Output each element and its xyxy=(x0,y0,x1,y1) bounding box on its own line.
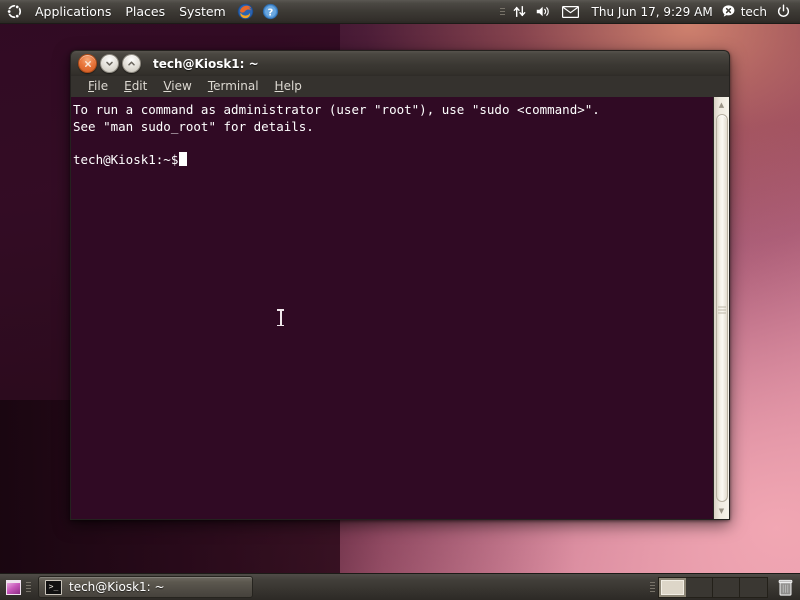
window-title: tech@Kiosk1: ~ xyxy=(153,56,259,71)
show-desktop-button[interactable] xyxy=(3,577,23,598)
user-status-icon[interactable] xyxy=(719,0,738,24)
panel-clock[interactable]: Thu Jun 17, 9:29 AM xyxy=(586,0,719,24)
menu-terminal-rest: erminal xyxy=(213,79,259,93)
network-arrows-glyph xyxy=(512,6,526,17)
menu-terminal[interactable]: Terminal xyxy=(200,76,267,97)
scrollbar-thumb[interactable] xyxy=(715,114,728,502)
ibeam-stem xyxy=(280,310,282,325)
menu-file-rest: ile xyxy=(94,79,109,93)
window-titlebar[interactable]: tech@Kiosk1: ~ xyxy=(70,50,730,76)
menu-view-rest: iew xyxy=(171,79,192,93)
terminal-body[interactable]: To run a command as administrator (user … xyxy=(70,97,730,520)
scrollbar-track[interactable] xyxy=(715,112,729,504)
menu-help[interactable]: Help xyxy=(267,76,310,97)
menu-edit-rest: dit xyxy=(131,79,148,93)
top-panel-left-group: Applications Places System ? xyxy=(0,0,283,24)
trash-icon xyxy=(778,579,792,596)
minimize-window-button[interactable] xyxy=(100,54,119,73)
applications-menu[interactable]: Applications xyxy=(28,0,118,24)
firefox-icon xyxy=(237,3,253,20)
workspace-switcher[interactable] xyxy=(658,576,768,598)
top-panel-right-group: Thu Jun 17, 9:29 AM tech xyxy=(497,0,800,24)
terminal-cursor xyxy=(179,151,188,166)
panel-grip-handle[interactable] xyxy=(499,5,505,18)
desktop-screen: Applications Places System ? Thu Jun 17,… xyxy=(0,0,800,600)
bottom-panel-right-group xyxy=(647,576,800,598)
menu-file[interactable]: File xyxy=(80,76,116,97)
volume-speaker-icon[interactable] xyxy=(531,0,555,24)
network-updown-icon[interactable] xyxy=(508,0,531,24)
places-menu[interactable]: Places xyxy=(118,0,172,24)
workspace-4[interactable] xyxy=(740,577,767,597)
window-controls-group xyxy=(71,54,141,73)
ubuntu-logo-glyph xyxy=(7,4,22,19)
user-status-glyph xyxy=(722,5,735,17)
system-menu[interactable]: System xyxy=(172,0,233,24)
workspace-3[interactable] xyxy=(713,577,740,597)
help-icon: ? xyxy=(262,3,278,20)
mouse-ibeam-pointer xyxy=(277,309,284,326)
taskbar-window-button[interactable]: >_ tech@Kiosk1: ~ xyxy=(38,576,253,598)
menu-help-accel: H xyxy=(274,79,284,93)
menu-view[interactable]: View xyxy=(155,76,199,97)
chevron-up-icon xyxy=(128,61,135,66)
menu-edit[interactable]: Edit xyxy=(116,76,155,97)
panel-username-label[interactable]: tech xyxy=(738,0,772,24)
close-window-button[interactable] xyxy=(78,54,97,73)
scrollbar-down-arrow[interactable]: ▼ xyxy=(715,504,729,518)
terminal-prompt-text: tech@Kiosk1:~$ xyxy=(73,151,179,167)
taskbar-grip-handle[interactable] xyxy=(26,579,31,596)
menu-edit-accel: E xyxy=(124,79,132,93)
power-glyph xyxy=(777,4,790,17)
mail-glyph xyxy=(561,5,579,18)
terminal-window[interactable]: tech@Kiosk1: ~ File Edit View Terminal H… xyxy=(70,50,730,520)
workspace-2[interactable] xyxy=(686,577,713,597)
close-icon xyxy=(84,60,91,67)
firefox-launcher-icon[interactable] xyxy=(233,0,258,24)
workspace-grip-handle[interactable] xyxy=(650,579,655,596)
terminal-prompt-line: tech@Kiosk1:~$ xyxy=(72,151,713,169)
workspace-1[interactable] xyxy=(659,577,686,597)
svg-text:?: ? xyxy=(267,7,273,18)
menu-help-rest: elp xyxy=(283,79,302,93)
speaker-glyph xyxy=(536,6,549,17)
chevron-down-icon xyxy=(106,61,113,66)
show-desktop-icon xyxy=(5,579,21,595)
envelope-icon[interactable] xyxy=(555,0,586,24)
help-launcher-icon[interactable]: ? xyxy=(258,0,283,24)
power-icon[interactable] xyxy=(772,0,795,24)
maximize-window-button[interactable] xyxy=(122,54,141,73)
terminal-output-area[interactable]: To run a command as administrator (user … xyxy=(71,97,713,519)
scrollbar-grip-icon xyxy=(717,305,726,314)
terminal-line-2: See "man sudo_root" for details. xyxy=(73,118,314,134)
terminal-line-1: To run a command as administrator (user … xyxy=(73,102,600,117)
terminal-icon: >_ xyxy=(45,579,62,595)
scroll-up-icon: ▲ xyxy=(718,100,725,109)
top-panel: Applications Places System ? Thu Jun 17,… xyxy=(0,0,800,24)
ubuntu-logo-icon[interactable] xyxy=(0,0,28,24)
scroll-down-icon: ▼ xyxy=(718,506,725,515)
terminal-scrollbar[interactable]: ▲ ▼ xyxy=(713,97,729,519)
terminal-menubar: File Edit View Terminal Help xyxy=(70,76,730,97)
taskbar-window-label: tech@Kiosk1: ~ xyxy=(69,580,165,594)
trash-button[interactable] xyxy=(774,576,796,598)
bottom-panel: >_ tech@Kiosk1: ~ xyxy=(0,573,800,600)
scrollbar-up-arrow[interactable]: ▲ xyxy=(715,98,729,112)
